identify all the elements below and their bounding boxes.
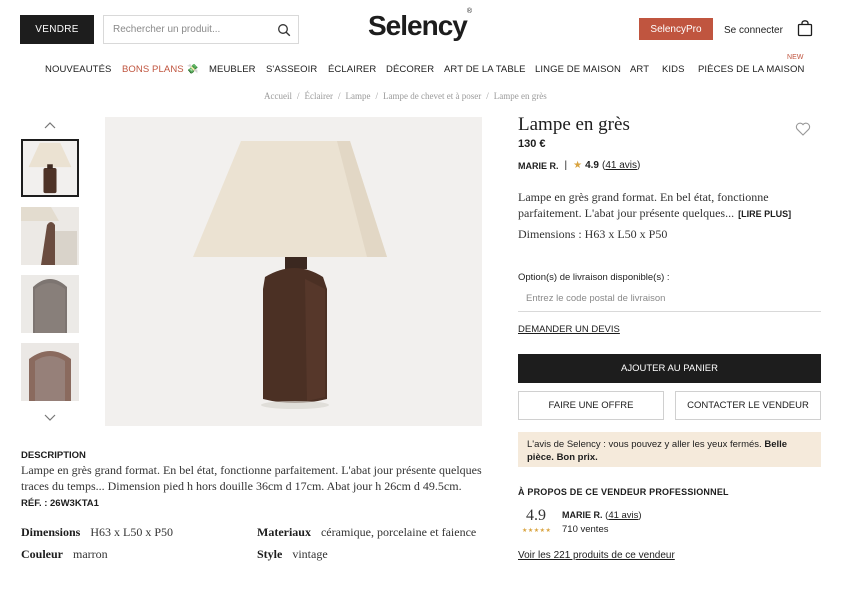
- new-badge: NEW: [787, 54, 804, 61]
- postal-field[interactable]: [518, 285, 821, 312]
- seller-name[interactable]: MARIE R.: [518, 161, 559, 171]
- pro-seller-sales: 710 ventes: [562, 524, 609, 535]
- nav-item-art[interactable]: ART: [630, 64, 649, 75]
- dimensions-summary: Dimensions : H63 x L50 x P50: [518, 227, 668, 241]
- nav-item-eclairer[interactable]: ÉCLAIRER: [328, 64, 376, 75]
- nav-item-nouveautes[interactable]: NOUVEAUTÉS: [45, 64, 111, 75]
- spec-color: Couleur marron: [21, 547, 108, 561]
- read-more-link[interactable]: [LIRE PLUS]: [738, 209, 791, 219]
- short-description: Lampe en grès grand format. En bel état,…: [518, 190, 792, 220]
- thumbnail-3[interactable]: [21, 275, 79, 333]
- description-text: Lampe en grès grand format. En bel état,…: [21, 463, 482, 493]
- spec-style: Style vintage: [257, 547, 328, 561]
- search-icon[interactable]: [277, 23, 291, 37]
- pro-reviews-link[interactable]: 41 avis: [608, 510, 638, 521]
- nav-item-sasseoir[interactable]: S'ASSEOIR: [266, 64, 317, 75]
- nav-item-decorer[interactable]: DÉCORER: [386, 64, 434, 75]
- thumbnail-1[interactable]: [21, 139, 79, 197]
- seller-products-link[interactable]: Voir les 221 produits de ce vendeur: [518, 550, 675, 561]
- breadcrumb-item[interactable]: Éclairer: [305, 91, 333, 101]
- pro-seller-heading: À PROPOS DE CE VENDEUR PROFESSIONNEL: [518, 487, 729, 497]
- heart-icon[interactable]: [795, 121, 811, 137]
- selency-opinion: L'avis de Selency : vous pouvez y aller …: [518, 432, 821, 467]
- selency-pro-button[interactable]: SelencyPro: [639, 18, 713, 40]
- pro-seller-name: MARIE R. (41 avis): [562, 510, 642, 521]
- make-offer-button[interactable]: FAIRE UNE OFFRE: [518, 391, 664, 420]
- breadcrumb-item-current: Lampe en grès: [493, 91, 547, 101]
- nav-item-kids[interactable]: KIDS: [662, 64, 685, 75]
- chevron-down-icon[interactable]: [43, 413, 57, 423]
- seller-summary: MARIE R. | ★ 4.9 (41 avis): [518, 160, 641, 171]
- login-link[interactable]: Se connecter: [724, 25, 783, 36]
- thumbnail-2[interactable]: [21, 207, 79, 265]
- breadcrumb-item[interactable]: Accueil: [264, 91, 292, 101]
- nav-item-meubler[interactable]: MEUBLER: [209, 64, 256, 75]
- search-box[interactable]: [103, 15, 299, 44]
- breadcrumb-item[interactable]: Lampe: [346, 91, 371, 101]
- rating-stars: ★★★★★: [522, 528, 552, 534]
- nav-item-pieces-de-la-maison[interactable]: PIÈCES DE LA MAISON: [698, 64, 804, 75]
- star-icon: ★: [573, 160, 583, 171]
- spec-materials: Materiaux céramique, porcelaine et faienc…: [257, 525, 477, 539]
- product-price: 130 €: [518, 138, 546, 150]
- postal-code-input[interactable]: [518, 292, 808, 304]
- seller-rating: 4.9: [585, 160, 599, 171]
- product-image[interactable]: [105, 117, 482, 426]
- thumbnail-4[interactable]: [21, 343, 79, 401]
- description-heading: DESCRIPTION: [21, 450, 86, 461]
- nav-item-linge-de-maison[interactable]: LINGE DE MAISON: [535, 64, 621, 75]
- nav-item-art-de-la-table[interactable]: ART DE LA TABLE: [444, 64, 526, 75]
- breadcrumb: Accueil / Éclairer / Lampe / Lampe de chevet e…: [264, 91, 547, 101]
- request-quote-link[interactable]: DEMANDER UN DEVIS: [518, 324, 620, 335]
- category-nav: NOUVEAUTÉS BONS PLANS 💸 MEUBLER S'ASSEOI…: [0, 54, 843, 78]
- reference: RÉF. : 26W3KTA1: [21, 498, 99, 509]
- search-input[interactable]: [104, 24, 274, 35]
- contact-seller-button[interactable]: CONTACTER LE VENDEUR: [675, 391, 821, 420]
- logo[interactable]: Selency®: [368, 8, 472, 42]
- pro-seller-rating: 4.9: [526, 507, 546, 524]
- chevron-up-icon[interactable]: [43, 120, 57, 130]
- sell-button[interactable]: VENDRE: [20, 15, 94, 44]
- separator: |: [564, 160, 568, 171]
- add-to-cart-button[interactable]: AJOUTER AU PANIER: [518, 354, 821, 383]
- reviews-link[interactable]: 41 avis: [605, 160, 637, 171]
- spec-dimensions: Dimensions H63 x L50 x P50: [21, 525, 174, 539]
- breadcrumb-item[interactable]: Lampe de chevet et à poser: [383, 91, 481, 101]
- product-title: Lampe en grès: [518, 114, 630, 135]
- bag-icon[interactable]: [797, 20, 813, 37]
- delivery-label: Option(s) de livraison disponible(s) :: [518, 272, 670, 283]
- nav-item-bons-plans[interactable]: BONS PLANS 💸: [122, 64, 198, 75]
